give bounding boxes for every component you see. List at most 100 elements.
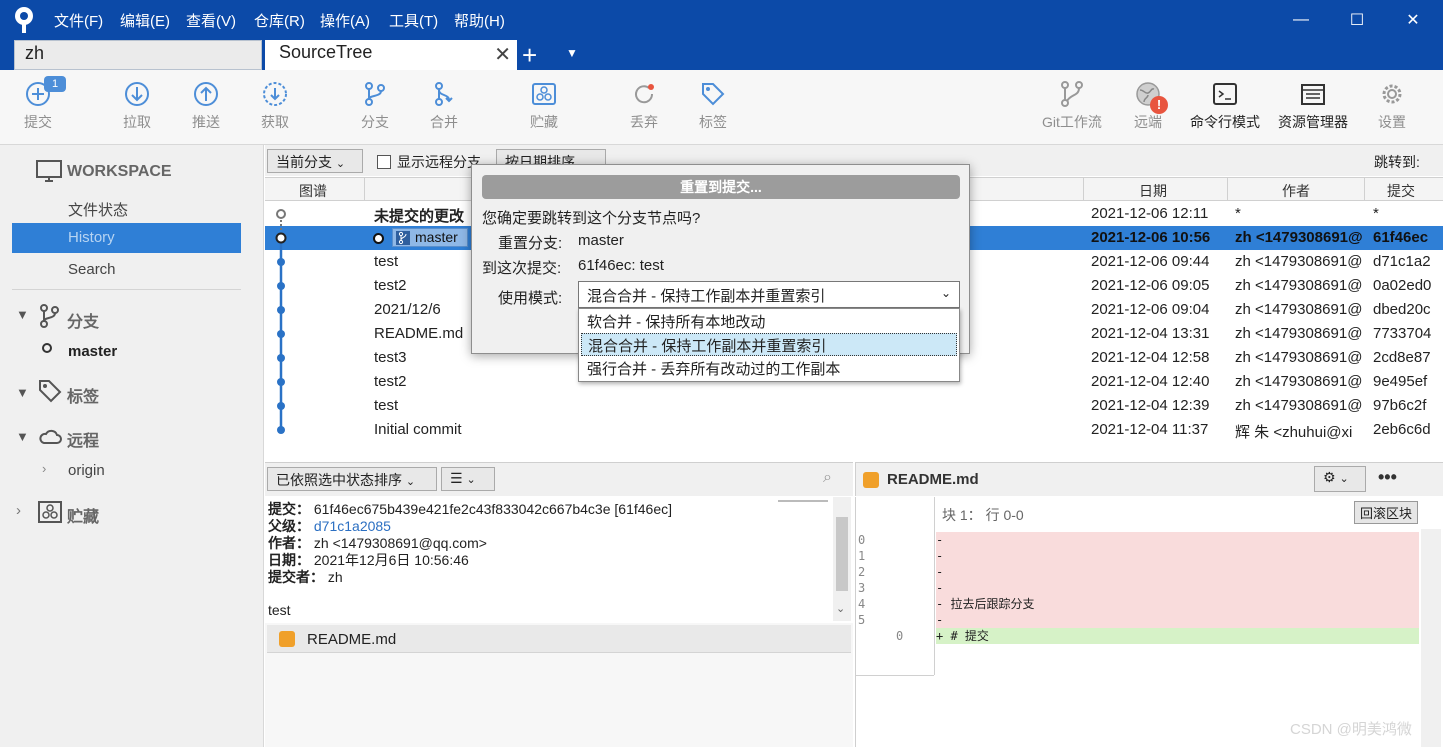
- reset-mode-select[interactable]: 混合合并 - 保持工作副本并重置索引 ⌄: [578, 281, 960, 308]
- mode-option-soft[interactable]: 软合并 - 保持所有本地改动: [581, 310, 957, 333]
- chevron-down-icon[interactable]: ▼: [16, 307, 29, 322]
- gitflow-button[interactable]: Git工作流: [1036, 80, 1108, 132]
- minimize-button[interactable]: —: [1278, 0, 1324, 40]
- diff-line-removed: -: [936, 564, 1419, 580]
- chevron-down-icon: ⌄: [466, 474, 476, 486]
- branch-icon: [396, 231, 410, 245]
- tab-zh[interactable]: zh: [14, 40, 262, 70]
- list-item[interactable]: README.md: [267, 625, 851, 653]
- menu-repository[interactable]: 仓库(R): [254, 10, 305, 31]
- splitter-handle[interactable]: [778, 500, 828, 502]
- tag-button[interactable]: 标签: [677, 80, 749, 132]
- graph-node: [277, 282, 285, 290]
- commit-hash: 7733704: [1373, 325, 1432, 342]
- chevron-right-icon[interactable]: ›: [42, 461, 46, 476]
- column-date[interactable]: 日期: [1139, 181, 1167, 201]
- diff-options-dropdown[interactable]: ⚙ ⌄: [1314, 466, 1366, 492]
- remotes-heading[interactable]: 远程: [67, 427, 99, 451]
- chevron-down-icon: ⌄: [335, 158, 346, 170]
- terminal-button[interactable]: 命令行模式: [1183, 80, 1267, 132]
- maximize-button[interactable]: ☐: [1334, 0, 1380, 40]
- chevron-right-icon[interactable]: ›: [16, 502, 21, 519]
- scroll-down-icon[interactable]: ⌄: [836, 601, 845, 617]
- branches-heading[interactable]: 分支: [67, 308, 99, 332]
- commit-hash: dbed20c: [1373, 301, 1431, 318]
- line-number: 0: [858, 533, 866, 547]
- tags-heading[interactable]: 标签: [67, 383, 99, 407]
- terminal-label: 命令行模式: [1190, 114, 1260, 130]
- details-scrollbar[interactable]: ⌄: [833, 497, 851, 621]
- show-remote-checkbox[interactable]: 显示远程分支: [377, 152, 481, 172]
- close-tab-icon[interactable]: ✕: [494, 42, 511, 67]
- more-icon[interactable]: •••: [1378, 467, 1397, 488]
- chevron-down-icon: ⌄: [1339, 473, 1349, 485]
- menu-help[interactable]: 帮助(H): [454, 10, 505, 31]
- fetch-button[interactable]: 获取: [239, 80, 311, 132]
- commit-hash: *: [1373, 205, 1379, 222]
- dialog-title: 重置到提交...: [482, 175, 960, 199]
- tab-list-dropdown-icon[interactable]: ▼: [566, 46, 578, 60]
- graph-node: [277, 354, 285, 362]
- mode-option-hard[interactable]: 强行合并 - 丢弃所有改动过的工作副本: [581, 357, 957, 380]
- sidebar-item-origin[interactable]: origin: [68, 462, 105, 479]
- push-label: 推送: [192, 114, 220, 130]
- commit-author: zh <1479308691@qq.com>: [1235, 349, 1363, 366]
- file-name: README.md: [307, 631, 397, 648]
- committer-label: 提交者：: [268, 569, 324, 585]
- commit-description: 2021/12/6: [374, 301, 441, 318]
- graph-node: [277, 258, 285, 266]
- diff-line-removed: - 拉去后跟踪分支: [936, 596, 1419, 612]
- file-sort-dropdown[interactable]: 已依照选中状态排序 ⌄: [267, 467, 437, 491]
- explorer-button[interactable]: 资源管理器: [1271, 80, 1355, 132]
- table-row[interactable]: test 2021-12-04 12:39 zh <1479308691@qq.…: [265, 394, 1443, 418]
- sidebar-item-master[interactable]: master: [68, 343, 117, 360]
- menu-actions[interactable]: 操作(A): [320, 10, 370, 31]
- menu-file[interactable]: 文件(F): [54, 10, 103, 31]
- table-row[interactable]: Initial commit 2021-12-04 11:37 辉 朱 <zhu…: [265, 418, 1443, 442]
- chevron-down-icon[interactable]: ▼: [16, 429, 29, 444]
- menu-edit[interactable]: 编辑(E): [120, 10, 170, 31]
- merge-button[interactable]: 合并: [408, 80, 480, 132]
- column-commit[interactable]: 提交: [1387, 181, 1415, 201]
- menu-tools[interactable]: 工具(T): [389, 10, 438, 31]
- tab-label: SourceTree: [279, 42, 373, 62]
- sidebar-item-search[interactable]: Search: [68, 261, 116, 278]
- stash-label: 贮藏: [530, 114, 558, 130]
- commit-author: zh <1479308691@qq.com>: [1235, 277, 1363, 294]
- toolbar: 提交 1 拉取 推送 获取 分支 合并 贮藏 丢弃 标签 Git工作流 远端 !: [0, 70, 1443, 145]
- search-icon[interactable]: ⌕: [823, 469, 832, 487]
- head-marker-icon: [373, 233, 384, 244]
- date-value: 2021年12月6日 10:56:46: [313, 552, 469, 568]
- remote-button[interactable]: 远端: [1112, 80, 1184, 132]
- rollback-hunk-button[interactable]: 回滚区块: [1354, 501, 1419, 524]
- diff-line-removed: -: [936, 548, 1419, 564]
- add-tab-button[interactable]: +: [522, 40, 537, 71]
- sidebar: WORKSPACE 文件状态 History Search ▼ 分支 maste…: [0, 145, 264, 747]
- commit-description: Initial commit: [374, 421, 462, 438]
- sidebar-item-file-status[interactable]: 文件状态: [68, 199, 128, 220]
- push-button[interactable]: 推送: [170, 80, 242, 132]
- discard-button[interactable]: 丢弃: [608, 80, 680, 132]
- gear-icon: ⚙: [1323, 469, 1336, 485]
- tab-sourcetree[interactable]: SourceTree ✕: [265, 40, 517, 70]
- commit-description: test2: [374, 277, 407, 294]
- chevron-down-icon[interactable]: ▼: [16, 385, 29, 400]
- close-button[interactable]: ✕: [1390, 0, 1436, 40]
- diff-scrollbar[interactable]: [1421, 529, 1441, 747]
- scrollbar-thumb[interactable]: [836, 517, 848, 591]
- stash-button[interactable]: 贮藏: [508, 80, 580, 132]
- column-author[interactable]: 作者: [1282, 181, 1310, 201]
- branch-button[interactable]: 分支: [339, 80, 411, 132]
- mode-option-mixed[interactable]: 混合合并 - 保持工作副本并重置索引: [581, 333, 957, 356]
- settings-button[interactable]: 设置: [1356, 80, 1428, 132]
- target-commit-label: 到这次提交:: [482, 260, 562, 277]
- view-mode-dropdown[interactable]: ☰ ⌄: [441, 467, 495, 491]
- menu-view[interactable]: 查看(V): [186, 10, 236, 31]
- commit-author: 辉 朱 <zhuhui@xi: [1235, 424, 1353, 441]
- stashes-heading[interactable]: 贮藏: [67, 503, 99, 527]
- parent-link[interactable]: d71c1a2085: [314, 518, 391, 534]
- sidebar-item-history[interactable]: History: [12, 223, 241, 253]
- branch-filter-dropdown[interactable]: 当前分支 ⌄: [267, 149, 363, 173]
- pull-button[interactable]: 拉取: [101, 80, 173, 132]
- column-graph[interactable]: 图谱: [299, 181, 327, 201]
